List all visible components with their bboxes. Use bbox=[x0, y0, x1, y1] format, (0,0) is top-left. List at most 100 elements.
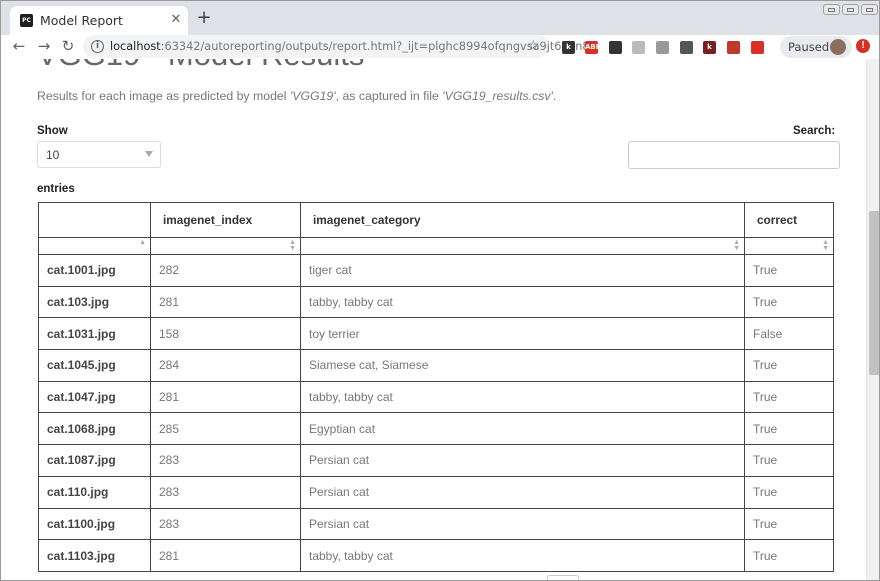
url-host: localhost bbox=[110, 40, 161, 53]
table-row: cat.110.jpg 283 Persian cat True bbox=[38, 475, 834, 509]
show-label: Show bbox=[37, 125, 68, 137]
description-text: . bbox=[552, 89, 557, 103]
cell-image-file: cat.1103.jpg bbox=[38, 539, 151, 572]
cell-image-file: cat.1031.jpg bbox=[38, 317, 151, 351]
entries-per-page-select[interactable]: 10 bbox=[37, 141, 161, 168]
cell-image-file: cat.1100.jpg bbox=[38, 507, 151, 541]
sort-control-imagenet-category[interactable]: ▲ ▼ bbox=[300, 237, 745, 255]
forward-arrow-icon[interactable]: → bbox=[35, 37, 53, 55]
cell-imagenet-index: 283 bbox=[150, 475, 301, 509]
office-icon[interactable] bbox=[727, 41, 740, 54]
cell-imagenet-index: 283 bbox=[150, 507, 301, 541]
window-minimize-button[interactable] bbox=[823, 4, 840, 15]
table-row: cat.1087.jpg 283 Persian cat True bbox=[38, 444, 834, 477]
file-name: 'VGG19_results.csv' bbox=[442, 89, 553, 103]
cell-imagenet-category: tabby, tabby cat bbox=[300, 380, 745, 414]
new-tab-button[interactable]: + bbox=[195, 9, 213, 27]
column-header-index[interactable] bbox=[38, 202, 151, 238]
table-row: cat.103.jpg 281 tabby, tabby cat True bbox=[38, 285, 834, 319]
cell-correct: True bbox=[744, 507, 834, 541]
cell-imagenet-index: 285 bbox=[150, 412, 301, 446]
cell-image-file: cat.1087.jpg bbox=[38, 444, 151, 477]
url-text[interactable]: localhost:63342/autoreporting/outputs/re… bbox=[110, 40, 590, 53]
cell-imagenet-category: tiger cat bbox=[300, 254, 745, 287]
column-header-imagenet-index[interactable]: imagenet_index bbox=[150, 202, 301, 238]
table-row: cat.1100.jpg 283 Persian cat True bbox=[38, 507, 834, 541]
tab-strip: PC Model Report ✕ + bbox=[1, 1, 879, 35]
cell-correct: True bbox=[744, 539, 834, 572]
cell-imagenet-index: 284 bbox=[150, 349, 301, 382]
profile-status: Paused bbox=[788, 40, 830, 54]
cell-imagenet-category: Siamese cat, Siamese bbox=[300, 349, 745, 382]
tab-title: Model Report bbox=[40, 13, 123, 28]
pdf-icon[interactable] bbox=[751, 41, 764, 54]
cell-imagenet-category: tabby, tabby cat bbox=[300, 539, 745, 572]
cell-image-file: cat.103.jpg bbox=[38, 285, 151, 319]
avatar bbox=[830, 39, 846, 55]
cell-imagenet-index: 281 bbox=[150, 380, 301, 414]
sort-control-index[interactable]: ▲ bbox=[38, 237, 151, 255]
page-scrollbar[interactable] bbox=[866, 59, 879, 580]
cell-imagenet-index: 283 bbox=[150, 444, 301, 477]
results-table: imagenet_index imagenet_category correct… bbox=[38, 202, 834, 572]
tab-model-report[interactable]: PC Model Report ✕ bbox=[10, 6, 188, 35]
model-name: 'VGG19' bbox=[289, 89, 336, 103]
sort-control-correct[interactable]: ▲ ▼ bbox=[744, 237, 834, 255]
sort-control-imagenet-index[interactable]: ▲ ▼ bbox=[150, 237, 301, 255]
cell-image-file: cat.1001.jpg bbox=[38, 254, 151, 287]
table-row: cat.1103.jpg 281 tabby, tabby cat True bbox=[38, 539, 834, 572]
sort-ascending-icon: ▲ bbox=[139, 239, 146, 246]
search-label: Search: bbox=[793, 125, 836, 137]
cell-imagenet-index: 281 bbox=[150, 539, 301, 572]
profile-button[interactable]: Paused bbox=[780, 36, 852, 58]
site-info-icon[interactable]: i bbox=[91, 40, 104, 53]
screen-icon[interactable] bbox=[656, 41, 669, 54]
cell-correct: True bbox=[744, 475, 834, 509]
k-red-icon[interactable]: k bbox=[703, 41, 716, 54]
tab-close-icon[interactable]: ✕ bbox=[168, 11, 184, 27]
cell-image-file: cat.110.jpg bbox=[38, 475, 151, 509]
description-text: Results for each image as predicted by m… bbox=[37, 89, 290, 103]
sort-both-icon: ▲ ▼ bbox=[733, 239, 740, 252]
page-title: VGG19 - Model Results bbox=[37, 59, 364, 73]
page-icon[interactable] bbox=[632, 41, 645, 54]
table-row: cat.1031.jpg 158 toy terrier False bbox=[38, 317, 834, 351]
pagination-button[interactable] bbox=[547, 575, 579, 580]
bookmark-star-icon[interactable]: ☆ bbox=[527, 37, 540, 54]
k-extension-icon[interactable]: k bbox=[562, 41, 575, 54]
back-arrow-icon[interactable]: ← bbox=[10, 37, 28, 55]
eye-icon[interactable] bbox=[680, 41, 693, 54]
cell-correct: True bbox=[744, 380, 834, 414]
cell-imagenet-index: 158 bbox=[150, 317, 301, 351]
cell-image-file: cat.1045.jpg bbox=[38, 349, 151, 382]
abp-icon[interactable]: ABP bbox=[585, 41, 601, 54]
chevron-down-icon bbox=[145, 151, 153, 157]
window-maximize-button[interactable] bbox=[842, 4, 859, 15]
cell-correct: False bbox=[744, 317, 834, 351]
alert-icon[interactable]: ! bbox=[856, 39, 870, 53]
address-bar[interactable]: i localhost:63342/autoreporting/outputs/… bbox=[83, 35, 590, 58]
reload-icon[interactable]: ↻ bbox=[59, 37, 77, 55]
column-header-correct[interactable]: correct bbox=[744, 202, 834, 238]
cell-correct: True bbox=[744, 444, 834, 477]
cell-imagenet-category: tabby, tabby cat bbox=[300, 285, 745, 319]
cell-imagenet-category: Persian cat bbox=[300, 475, 745, 509]
cell-correct: True bbox=[744, 349, 834, 382]
cell-correct: True bbox=[744, 412, 834, 446]
sort-both-icon: ▲ ▼ bbox=[822, 239, 829, 252]
cell-image-file: cat.1047.jpg bbox=[38, 380, 151, 414]
evernote-icon[interactable] bbox=[609, 41, 622, 54]
entries-per-page-value: 10 bbox=[46, 148, 60, 162]
pycharm-favicon-icon: PC bbox=[20, 14, 33, 27]
window-close-button[interactable] bbox=[861, 4, 878, 15]
cell-imagenet-index: 282 bbox=[150, 254, 301, 287]
scrollbar-thumb[interactable] bbox=[869, 211, 879, 375]
cell-imagenet-category: toy terrier bbox=[300, 317, 745, 351]
column-header-imagenet-category[interactable]: imagenet_category bbox=[300, 202, 745, 238]
cell-imagenet-category: Persian cat bbox=[300, 444, 745, 477]
browser-window: PC Model Report ✕ + ← → ↻ i localhost:63… bbox=[0, 0, 880, 581]
table-row: cat.1068.jpg 285 Egyptian cat True bbox=[38, 412, 834, 446]
url-path: :63342/autoreporting/outputs/report.html… bbox=[160, 40, 590, 53]
cell-correct: True bbox=[744, 285, 834, 319]
search-input[interactable] bbox=[628, 141, 840, 169]
